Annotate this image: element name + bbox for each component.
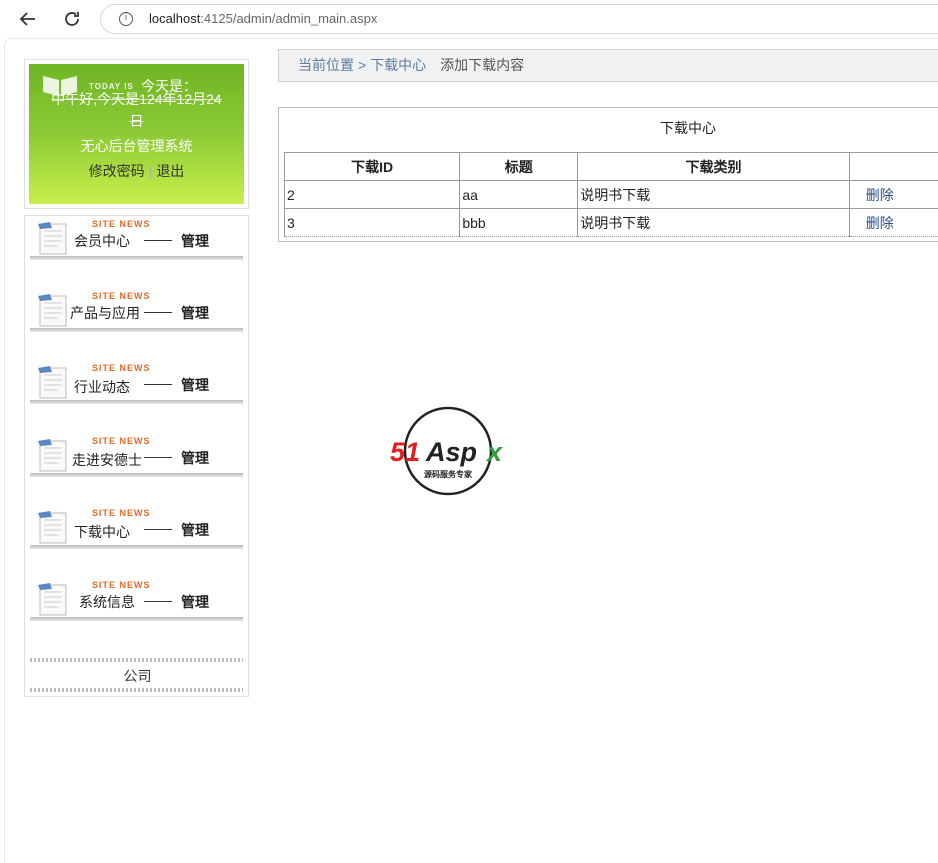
menu-item-divider: [30, 256, 243, 260]
sidebar-menu: SITE NEWS 会员中心 —— 管理 SITE NEWS 产品与应用 —— …: [24, 215, 249, 697]
column-header-id: 下载ID: [283, 152, 461, 181]
sidebar-item-industry-news[interactable]: SITE NEWS 行业动态 —— 管理: [30, 362, 243, 404]
sidebar-item-label: 走进安德士: [72, 452, 142, 468]
watermark-brand-x: x: [485, 437, 503, 467]
manage-label: 管理: [181, 450, 209, 466]
address-bar[interactable]: i localhost:4125/admin/admin_main.aspx: [100, 4, 938, 34]
company-top-divider: [30, 658, 243, 662]
cell-id: 2: [283, 180, 461, 209]
browser-toolbar: i localhost:4125/admin/admin_main.aspx: [0, 0, 938, 38]
column-header-action: [848, 152, 938, 181]
table-header-row: 下载ID 标题 下载类别: [283, 152, 938, 181]
manage-label: 管理: [181, 233, 209, 249]
download-table: 下载ID 标题 下载类别 2 aa 说明书下载 删除 3 bbb 说明书下载 删…: [283, 152, 938, 237]
logout-link[interactable]: 退出: [156, 163, 184, 179]
company-bottom-divider: [30, 688, 243, 692]
user-links: 修改密码 | 退出: [29, 161, 244, 181]
site-news-label: SITE NEWS: [92, 508, 151, 518]
watermark-logo: 51 Asp x 源码服务专家: [390, 406, 503, 496]
greeting-text: 中午好,今天是124年12月24 日: [29, 88, 244, 132]
sidebar-item-label: 下载中心: [74, 524, 130, 540]
cell-title: bbb: [459, 208, 579, 237]
sidebar-item-system-info[interactable]: SITE NEWS 系统信息 —— 管理: [30, 579, 243, 621]
watermark-tagline: 源码服务专家: [424, 469, 473, 479]
cell-id: 3: [283, 208, 461, 237]
document-icon: [38, 511, 67, 544]
sidebar-item-label: 会员中心: [74, 233, 130, 249]
change-password-link[interactable]: 修改密码: [89, 163, 145, 179]
sidebar-item-label: 产品与应用: [70, 305, 140, 321]
menu-item-divider: [30, 473, 243, 477]
breadcrumb: 当前位置 > 下载中心 添加下载内容: [278, 49, 938, 82]
sidebar-item-label: 行业动态: [74, 379, 130, 395]
add-download-link[interactable]: 添加下载内容: [440, 57, 524, 73]
site-news-label: SITE NEWS: [92, 580, 151, 590]
greeting-line-2: 日: [129, 113, 144, 129]
arrow-left-icon[interactable]: [14, 5, 42, 33]
dash-separator: ——: [144, 448, 172, 464]
document-icon: [38, 439, 67, 472]
company-label: 公司: [123, 668, 152, 684]
sidebar-item-members[interactable]: SITE NEWS 会员中心 —— 管理: [30, 218, 243, 260]
sidebar-item-products[interactable]: SITE NEWS 产品与应用 —— 管理: [30, 290, 243, 332]
page-viewport: TODAY IS 今天是： 中午好,今天是124年12月24 日 无心后台管理系…: [4, 38, 938, 863]
dash-separator: ——: [144, 520, 172, 536]
cell-category: 说明书下载: [577, 180, 850, 209]
site-news-label: SITE NEWS: [92, 363, 151, 373]
manage-label: 管理: [181, 305, 209, 321]
manage-label: 管理: [181, 522, 209, 538]
dash-separator: ——: [144, 375, 172, 391]
greeting-line-1: 中午好,今天是124年12月24: [51, 91, 222, 107]
dash-separator: ——: [144, 231, 172, 247]
site-news-label: SITE NEWS: [92, 436, 151, 446]
dash-separator: ——: [144, 592, 172, 608]
column-header-title: 标题: [459, 152, 579, 181]
document-icon: [38, 294, 67, 327]
menu-item-divider: [30, 328, 243, 332]
document-icon: [38, 366, 67, 399]
panel-title: 下载中心: [660, 120, 716, 136]
menu-item-divider: [30, 545, 243, 549]
cell-category: 说明书下载: [577, 208, 850, 237]
table-row: 2 aa 说明书下载 删除: [283, 180, 938, 209]
breadcrumb-current-position[interactable]: 当前位置: [298, 57, 354, 73]
watermark-brand-51: 51: [390, 437, 420, 467]
breadcrumb-section[interactable]: 下载中心: [370, 57, 426, 73]
menu-item-divider: [30, 617, 243, 621]
column-header-category: 下载类别: [577, 152, 850, 181]
table-row: 3 bbb 说明书下载 删除: [283, 208, 938, 237]
sidebar-item-downloads[interactable]: SITE NEWS 下载中心 —— 管理: [30, 507, 243, 549]
reload-icon[interactable]: [58, 5, 86, 33]
document-icon: [38, 583, 67, 616]
link-separator: |: [148, 163, 153, 179]
info-icon[interactable]: i: [119, 12, 133, 26]
system-name: 无心后台管理系统: [80, 138, 193, 154]
url-host: localhost: [149, 11, 201, 26]
sidebar-item-label: 系统信息: [79, 594, 135, 610]
delete-link[interactable]: 删除: [848, 180, 938, 209]
cell-title: aa: [459, 180, 579, 209]
sidebar-item-about[interactable]: SITE NEWS 走进安德士 —— 管理: [30, 435, 243, 477]
manage-label: 管理: [181, 594, 209, 610]
sidebar-header-banner: TODAY IS 今天是： 中午好,今天是124年12月24 日 无心后台管理系…: [29, 64, 244, 204]
delete-link[interactable]: 删除: [848, 208, 938, 237]
manage-label: 管理: [181, 377, 209, 393]
site-news-label: SITE NEWS: [92, 291, 151, 301]
menu-item-divider: [30, 400, 243, 404]
url-path: :4125/admin/admin_main.aspx: [200, 11, 378, 26]
download-panel: 下载中心 下载ID 标题 下载类别 2 aa 说明书下载 删除 3 bbb 说明…: [278, 107, 938, 242]
breadcrumb-arrow: >: [358, 57, 367, 73]
document-icon: [38, 222, 67, 255]
dash-separator: ——: [144, 303, 172, 319]
sidebar-header: TODAY IS 今天是： 中午好,今天是124年12月24 日 无心后台管理系…: [24, 59, 249, 209]
site-news-label: SITE NEWS: [92, 219, 151, 229]
url-text[interactable]: localhost:4125/admin/admin_main.aspx: [149, 11, 377, 26]
watermark-brand-asp: Asp: [425, 437, 477, 467]
